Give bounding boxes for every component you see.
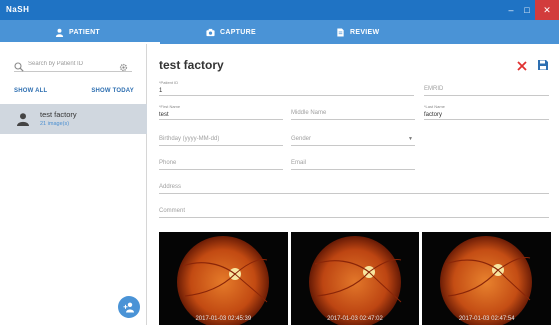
add-person-icon: [123, 301, 135, 313]
field-placeholder: Gender: [291, 136, 312, 142]
comment-field[interactable]: Comment: [159, 202, 549, 218]
first-name-field[interactable]: *First Name test: [159, 104, 283, 120]
emrid-field[interactable]: EMRID: [424, 80, 549, 96]
patient-list-item[interactable]: test factory 21 image(s): [0, 104, 147, 134]
address-field[interactable]: Address: [159, 178, 549, 194]
phone-field[interactable]: Phone: [159, 154, 283, 170]
tab-label: CAPTURE: [220, 28, 256, 36]
fundus-image-thumbnail[interactable]: 2017-01-03 02:47:02: [290, 232, 420, 325]
search-input[interactable]: [28, 60, 116, 67]
gender-select[interactable]: Gender ▼: [291, 130, 415, 146]
image-timestamp: 2017-01-03 02:45:39: [195, 316, 252, 322]
patient-sidebar: SHOW ALL SHOW TODAY test factory 21 imag…: [0, 44, 147, 325]
tab-review[interactable]: REVIEW: [336, 20, 379, 44]
gear-icon[interactable]: [119, 59, 128, 72]
tab-capture[interactable]: CAPTURE: [206, 20, 256, 44]
minimize-button[interactable]: –: [503, 0, 519, 20]
image-gallery: 2017-01-03 02:45:39 2017-01-03 02:47:02 …: [159, 232, 552, 325]
title-bar: NaSH – □ ✕: [0, 0, 559, 20]
field-value: 1: [159, 88, 163, 94]
field-value: factory: [424, 112, 443, 118]
camera-icon: [206, 28, 215, 37]
middle-name-field[interactable]: Middle Name: [291, 104, 415, 120]
maximize-button[interactable]: □: [519, 0, 535, 20]
show-today-button[interactable]: SHOW TODAY: [91, 88, 134, 94]
avatar-icon: [16, 112, 30, 126]
field-label: *First Name: [159, 104, 181, 109]
app-window: NaSH – □ ✕ PATIENT CAPTURE REVIEW Search…: [0, 0, 559, 325]
filter-row: SHOW ALL SHOW TODAY: [14, 88, 134, 94]
page-title: test factory: [159, 58, 224, 72]
document-icon: [336, 27, 345, 37]
field-label: *Patient ID: [159, 80, 179, 85]
search-bar: [14, 56, 132, 72]
image-timestamp: 2017-01-03 02:47:02: [327, 316, 383, 322]
app-logo: NaSH: [6, 5, 30, 14]
search-icon: [14, 59, 24, 72]
person-icon: [55, 28, 64, 37]
field-placeholder: Comment: [159, 208, 186, 214]
patient-detail-panel: test factory *Patient ID 1 EMRID *First …: [148, 44, 559, 325]
tab-label: REVIEW: [350, 28, 380, 36]
tab-label: PATIENT: [69, 28, 101, 36]
birthday-field[interactable]: Birthday (yyyy-MM-dd): [159, 130, 283, 146]
email-field[interactable]: Email: [291, 154, 415, 170]
show-all-button[interactable]: SHOW ALL: [14, 88, 47, 94]
window-controls: – □ ✕: [503, 0, 559, 20]
fundus-image-thumbnail[interactable]: 2017-01-03 02:47:54: [422, 232, 552, 325]
fundus-image-thumbnail[interactable]: 2017-01-03 02:45:39: [159, 232, 288, 325]
field-placeholder: Address: [159, 184, 182, 190]
close-icon[interactable]: [516, 59, 528, 71]
tab-bar: PATIENT CAPTURE REVIEW: [0, 20, 559, 44]
caret-down-icon: ▼: [408, 136, 413, 142]
patient-image-count: 21 image(s): [40, 121, 70, 127]
field-placeholder: Phone: [159, 160, 177, 166]
save-icon[interactable]: [537, 58, 549, 70]
field-placeholder: Birthday (yyyy-MM-dd): [159, 136, 220, 142]
patient-name: test factory: [40, 110, 77, 119]
add-patient-button[interactable]: [118, 296, 140, 318]
tab-patient[interactable]: PATIENT: [55, 20, 100, 44]
field-label: *Last Name: [424, 104, 445, 109]
last-name-field[interactable]: *Last Name factory: [424, 104, 549, 120]
field-placeholder: EMRID: [424, 86, 444, 92]
patient-id-field[interactable]: *Patient ID 1: [159, 80, 414, 96]
field-placeholder: Email: [291, 160, 307, 166]
image-timestamp: 2017-01-03 02:47:54: [458, 316, 515, 322]
field-placeholder: Middle Name: [291, 110, 327, 116]
field-value: test: [159, 112, 169, 118]
window-close-button[interactable]: ✕: [535, 0, 559, 20]
